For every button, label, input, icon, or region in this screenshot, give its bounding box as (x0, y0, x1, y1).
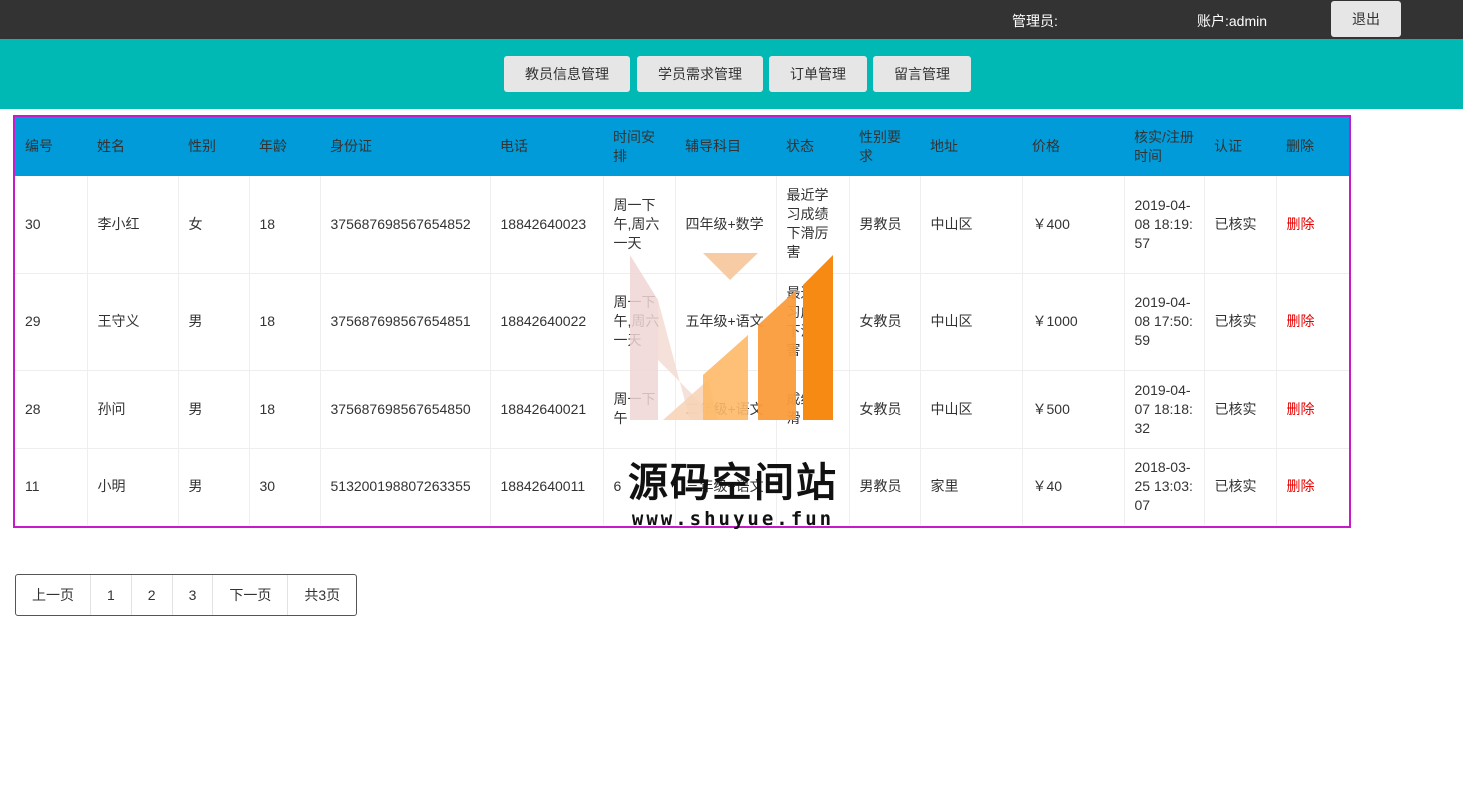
cell-id-card: 375687698567654851 (320, 273, 491, 371)
cell-gender: 男 (178, 370, 250, 449)
table-header-row: 编号 姓名 性别 年龄 身份证 电话 时间安排 辅导科目 状态 性别要求 地址 … (15, 117, 1349, 176)
cell-id: 29 (15, 273, 88, 371)
delete-link[interactable]: 删除 (1276, 370, 1349, 449)
nav-order-management[interactable]: 订单管理 (769, 56, 867, 92)
col-header-address: 地址 (920, 117, 1022, 176)
cell-gender-requirement: 男教员 (849, 176, 921, 274)
cell-address: 中山区 (920, 273, 1023, 371)
cell-certification: 已核实 (1204, 176, 1277, 274)
cell-status (776, 448, 850, 525)
col-header-verify-time: 核实/注册时间 (1124, 117, 1204, 176)
cell-name: 李小红 (87, 176, 179, 274)
cell-id-card: 513200198807263355 (320, 448, 491, 525)
nav-message-management[interactable]: 留言管理 (873, 56, 971, 92)
cell-id: 28 (15, 370, 88, 449)
cell-name: 孙问 (87, 370, 179, 449)
cell-age: 30 (249, 448, 321, 525)
cell-certification: 已核实 (1204, 370, 1277, 449)
col-header-delete: 删除 (1276, 117, 1349, 176)
cell-address: 中山区 (920, 176, 1023, 274)
cell-schedule: 周一下午 (603, 370, 676, 449)
demand-table: 编号 姓名 性别 年龄 身份证 电话 时间安排 辅导科目 状态 性别要求 地址 … (15, 117, 1349, 525)
col-header-price: 价格 (1022, 117, 1124, 176)
table-row: 29 王守义 男 18 375687698567654851 188426400… (15, 273, 1349, 371)
cell-gender: 女 (178, 176, 250, 274)
cell-status: 最近学习成绩下滑厉害 (776, 273, 850, 371)
pager-next-button[interactable]: 下一页 (213, 575, 289, 615)
demand-table-container: 编号 姓名 性别 年龄 身份证 电话 时间安排 辅导科目 状态 性别要求 地址 … (13, 115, 1351, 528)
cell-phone: 18842640022 (490, 273, 604, 371)
delete-link[interactable]: 删除 (1276, 273, 1349, 371)
table-row: 28 孙问 男 18 375687698567654850 1884264002… (15, 370, 1349, 449)
table-row: 30 李小红 女 18 375687698567654852 188426400… (15, 176, 1349, 274)
cell-status: 成绩下滑 (776, 370, 850, 449)
cell-gender: 男 (178, 448, 250, 525)
cell-age: 18 (249, 370, 321, 449)
cell-status: 最近学习成绩下滑厉害 (776, 176, 850, 274)
cell-name: 小明 (87, 448, 179, 525)
cell-subject: 三年级+语文 (675, 448, 777, 525)
col-header-subject: 辅导科目 (675, 117, 776, 176)
pager-page-3[interactable]: 3 (173, 575, 214, 615)
pager-prev-button[interactable]: 上一页 (16, 575, 91, 615)
cell-address: 家里 (920, 448, 1023, 525)
logout-button[interactable]: 退出 (1331, 1, 1401, 37)
admin-label: 管理员: (1012, 13, 1058, 29)
cell-age: 18 (249, 176, 321, 274)
cell-price: ￥500 (1022, 370, 1125, 449)
cell-phone: 18842640023 (490, 176, 604, 274)
cell-price: ￥40 (1022, 448, 1125, 525)
cell-verify-time: 2019-04-08 18:19:57 (1124, 176, 1205, 274)
account-label: 账户:admin (1197, 13, 1268, 29)
cell-verify-time: 2018-03-25 13:03:07 (1124, 448, 1205, 525)
cell-gender-requirement: 男教员 (849, 448, 921, 525)
cell-subject: 四年级+数学 (675, 176, 777, 274)
cell-subject: 五年级+语文 (675, 273, 777, 371)
col-header-id-card: 身份证 (320, 117, 490, 176)
cell-verify-time: 2019-04-08 17:50:59 (1124, 273, 1205, 371)
pagination: 上一页 1 2 3 下一页 共3页 (15, 574, 358, 616)
cell-phone: 18842640011 (490, 448, 604, 525)
delete-link[interactable]: 删除 (1276, 448, 1349, 525)
col-header-status: 状态 (776, 117, 849, 176)
col-header-phone: 电话 (490, 117, 603, 176)
col-header-name: 姓名 (87, 117, 178, 176)
cell-schedule: 周一下午,周六一天 (603, 176, 676, 274)
pager-total: 共3页 (304, 587, 341, 603)
cell-certification: 已核实 (1204, 448, 1277, 525)
cell-address: 中山区 (920, 370, 1023, 449)
cell-gender-requirement: 女教员 (849, 273, 921, 371)
cell-schedule: 6 (603, 448, 676, 525)
col-header-gender-requirement: 性别要求 (849, 117, 920, 176)
cell-id-card: 375687698567654850 (320, 370, 491, 449)
pager-page-2[interactable]: 2 (132, 575, 173, 615)
cell-age: 18 (249, 273, 321, 371)
col-header-certification: 认证 (1204, 117, 1276, 176)
cell-id: 30 (15, 176, 88, 274)
cell-id: 11 (15, 448, 88, 525)
cell-certification: 已核实 (1204, 273, 1277, 371)
cell-verify-time: 2019-04-07 18:18:32 (1124, 370, 1205, 449)
table-row: 11 小明 男 30 513200198807263355 1884264001… (15, 448, 1349, 525)
cell-id-card: 375687698567654852 (320, 176, 491, 274)
cell-schedule: 周一下午,周六一天 (603, 273, 676, 371)
nav-student-demand-management[interactable]: 学员需求管理 (637, 56, 763, 92)
cell-gender-requirement: 女教员 (849, 370, 921, 449)
cell-price: ￥400 (1022, 176, 1125, 274)
col-header-schedule: 时间安排 (603, 117, 675, 176)
cell-gender: 男 (178, 273, 250, 371)
col-header-gender: 性别 (178, 117, 249, 176)
cell-phone: 18842640021 (490, 370, 604, 449)
col-header-age: 年龄 (249, 117, 320, 176)
nav-teacher-management[interactable]: 教员信息管理 (504, 56, 630, 92)
top-bar: 管理员: 账户:admin 退出 (0, 0, 1463, 39)
cell-price: ￥1000 (1022, 273, 1125, 371)
delete-link[interactable]: 删除 (1276, 176, 1349, 274)
col-header-id: 编号 (15, 117, 87, 176)
main-nav: 教员信息管理 学员需求管理 订单管理 留言管理 (0, 39, 1463, 109)
cell-subject: 二年级+语文 (675, 370, 777, 449)
pager-page-1[interactable]: 1 (91, 575, 132, 615)
cell-name: 王守义 (87, 273, 179, 371)
